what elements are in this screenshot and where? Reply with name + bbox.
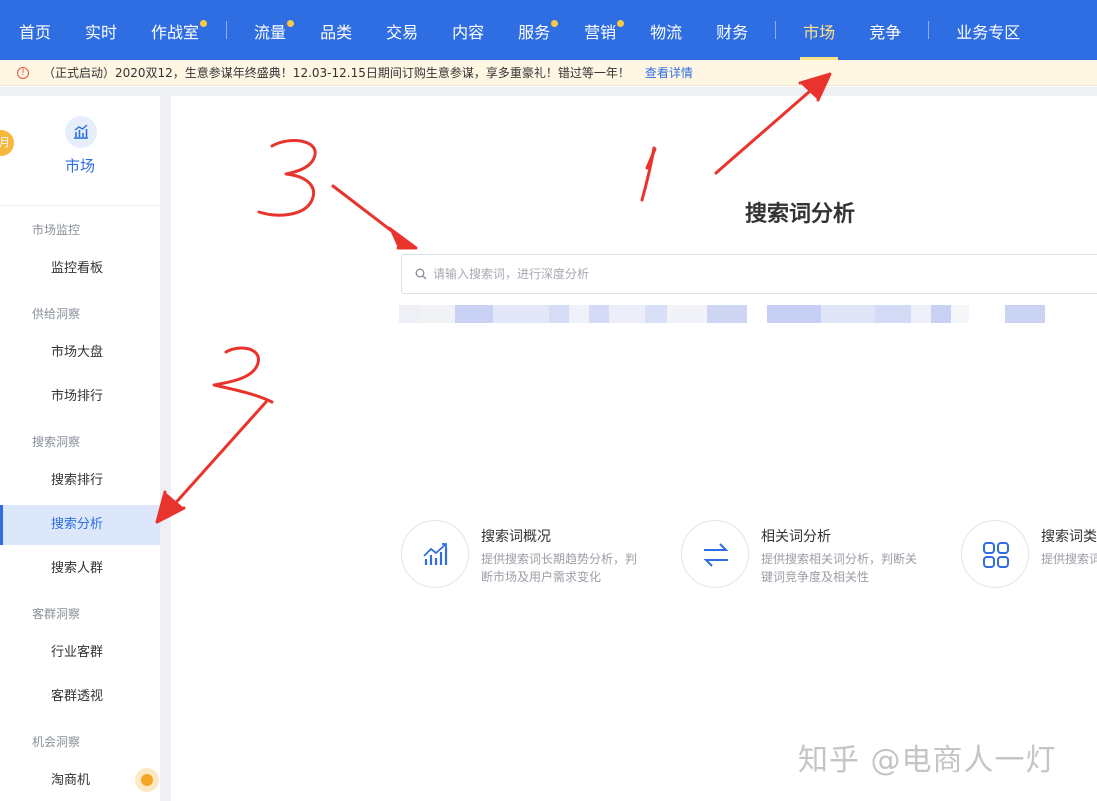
nav-item-label: 财务 [716, 23, 749, 42]
watermark: 知乎 @电商人一灯 [798, 743, 1057, 778]
nav-item-label: 内容 [452, 23, 485, 42]
feature-description: 提供搜索词点击及点击 [1041, 552, 1097, 566]
blurred-hot-keywords [399, 305, 1045, 323]
nav-item-label: 市场 [803, 23, 836, 42]
grid-icon [961, 520, 1029, 588]
search-input[interactable] [433, 255, 1093, 293]
nav-item-transaction[interactable]: 交易 [369, 0, 435, 60]
annotation-number-2 [212, 346, 274, 404]
nav-item-label: 首页 [19, 23, 52, 42]
feature-card-search-categories[interactable]: 搜索词类 提供搜索词点击及点击 [961, 520, 1097, 590]
sidebar-item-market-ranking[interactable]: 市场排行 [0, 377, 160, 417]
nav-item-finance[interactable]: 财务 [699, 0, 765, 60]
sidebar-item-industry-customers[interactable]: 行业客群 [0, 633, 160, 673]
nav-item-marketing[interactable]: 营销 [567, 0, 633, 60]
sidebar: 市场 市场监控 监控看板 供给洞察 市场大盘 市场排行 搜索洞察 搜索排行 搜索… [0, 96, 161, 801]
nav-item-label: 作战室 [151, 23, 200, 42]
new-dot-icon [617, 20, 625, 27]
search-box[interactable] [401, 254, 1097, 294]
sidebar-module-label: 市场 [64, 157, 95, 175]
nav-item-category[interactable]: 品类 [303, 0, 369, 60]
nav-item-label: 业务专区 [956, 23, 1021, 42]
trend-chart-icon [401, 520, 469, 588]
notice-text: （正式启动）2020双12，生意参谋年终盛典！12.03-12.15日期间订购生… [43, 66, 630, 80]
sidebar-group-search-insight: 搜索洞察 [32, 435, 81, 449]
annotation-number-1 [640, 146, 657, 202]
nav-divider [226, 21, 228, 39]
notice-details-link[interactable]: 查看详情 [645, 64, 693, 81]
annotation-number-3 [257, 139, 317, 217]
nav-item-label: 品类 [320, 23, 353, 42]
notice-bar: ! （正式启动）2020双12，生意参谋年终盛典！12.03-12.15日期间订… [0, 60, 1097, 86]
nav-item-realtime[interactable]: 实时 [68, 0, 134, 60]
sidebar-group-supply-insight: 供给洞察 [32, 307, 81, 321]
new-dot-icon [287, 20, 295, 27]
sidebar-group-market-monitor: 市场监控 [32, 223, 81, 237]
feature-card-related-words[interactable]: 相关词分析 提供搜索相关词分析，判断关键词竞争度及相关性 [681, 520, 951, 590]
sidebar-item-market-overview[interactable]: 市场大盘 [0, 333, 160, 373]
new-dot-icon [200, 20, 208, 27]
nav-item-war-room[interactable]: 作战室 [134, 0, 216, 60]
sidebar-item-search-analysis[interactable]: 搜索分析 [0, 505, 160, 545]
sidebar-group-opportunity-insight: 机会洞察 [32, 735, 81, 749]
sidebar-divider [161, 96, 171, 801]
alert-icon: ! [17, 66, 29, 79]
sidebar-item-monitor-board[interactable]: 监控看板 [0, 249, 160, 289]
feature-title: 搜索词类 [1041, 529, 1097, 545]
feature-title: 相关词分析 [761, 529, 831, 545]
nav-item-competition[interactable]: 竞争 [852, 0, 918, 60]
nav-item-label: 流量 [254, 23, 287, 42]
nav-item-label: 物流 [650, 23, 683, 42]
nav-item-label: 竞争 [869, 23, 902, 42]
swap-arrows-icon [681, 520, 749, 588]
feature-description: 提供搜索词长期趋势分析，判断市场及用户需求变化 [481, 552, 638, 584]
top-nav: 首页 实时 作战室 流量 品类 交易 内容 服务 营销 物流 财务 市场 竞争 … [0, 0, 1097, 60]
sidebar-group-customer-insight: 客群洞察 [32, 607, 81, 621]
nav-divider [928, 21, 930, 39]
annotation-arrow-3 [331, 184, 418, 250]
floating-dot-button[interactable] [135, 768, 159, 792]
nav-item-logistics[interactable]: 物流 [633, 0, 699, 60]
sidebar-item-search-ranking[interactable]: 搜索排行 [0, 461, 160, 501]
search-icon [415, 268, 427, 280]
nav-item-market[interactable]: 市场 [786, 0, 852, 60]
nav-item-home[interactable]: 首页 [0, 0, 68, 60]
annotation-arrow-2 [155, 400, 268, 524]
nav-item-label: 实时 [85, 23, 118, 42]
sidebar-item-customer-perspective[interactable]: 客群透视 [0, 677, 160, 717]
nav-item-label: 交易 [386, 23, 419, 42]
nav-divider [775, 21, 777, 39]
nav-item-business-zone[interactable]: 业务专区 [939, 0, 1037, 60]
feature-title: 搜索词概况 [481, 529, 551, 545]
nav-item-label: 服务 [518, 23, 551, 42]
new-dot-icon [551, 20, 559, 27]
feature-card-search-overview[interactable]: 搜索词概况 提供搜索词长期趋势分析，判断市场及用户需求变化 [401, 520, 671, 590]
nav-item-traffic[interactable]: 流量 [237, 0, 303, 60]
sidebar-module-header: 市场 [0, 96, 160, 206]
market-chart-icon [65, 116, 97, 148]
page-title: 搜索词分析 [744, 202, 855, 227]
nav-item-label: 营销 [584, 23, 617, 42]
content-gap [0, 87, 1097, 96]
nav-item-content[interactable]: 内容 [435, 0, 501, 60]
sidebar-item-search-audience[interactable]: 搜索人群 [0, 549, 160, 589]
nav-item-service[interactable]: 服务 [501, 0, 567, 60]
feature-description: 提供搜索相关词分析，判断关键词竞争度及相关性 [761, 552, 918, 584]
